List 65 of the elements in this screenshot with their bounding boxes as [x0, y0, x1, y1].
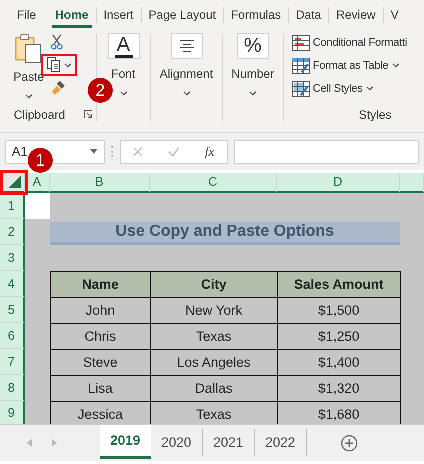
chevron-icon	[120, 91, 128, 96]
paste-label[interactable]: Paste	[14, 70, 44, 84]
sheet-tab[interactable]: 2021	[203, 429, 255, 456]
column-header[interactable]: B	[50, 173, 150, 193]
ribbon-tab[interactable]: Review	[329, 0, 383, 30]
check-icon[interactable]	[168, 146, 180, 156]
column-header[interactable]: D	[277, 173, 400, 193]
step-badge: 2	[88, 78, 113, 103]
paste-dropdown-icon	[25, 94, 33, 99]
table-header-cell: Sales Amount	[277, 271, 401, 298]
row-header[interactable]: 3	[0, 245, 25, 271]
chevron-icon	[182, 91, 190, 96]
table-header-cell: Name	[50, 271, 151, 298]
copy-dropdown-icon	[64, 62, 72, 68]
table-header-cell: City	[150, 271, 278, 298]
font-button[interactable]: A	[108, 33, 140, 59]
ribbon-tab[interactable]: Formulas	[224, 0, 288, 30]
row-header[interactable]: 8	[0, 375, 25, 401]
add-sheet-icon[interactable]	[341, 434, 358, 452]
row-header[interactable]: 2	[0, 219, 25, 245]
chevron-icon	[249, 91, 257, 96]
active-cell[interactable]	[25, 193, 50, 219]
ribbon-tab[interactable]: File	[17, 0, 48, 30]
group-label[interactable]: Number	[232, 67, 274, 81]
group-label: Clipboard	[14, 108, 66, 122]
formula-input[interactable]	[234, 140, 419, 164]
alignment-button[interactable]	[170, 33, 202, 59]
scissors-icon[interactable]	[51, 34, 63, 50]
ribbon-tab[interactable]: Page Layout	[142, 0, 224, 30]
column-header[interactable]: C	[150, 173, 277, 193]
row-header[interactable]: 4	[0, 271, 25, 297]
column-header[interactable]	[400, 173, 424, 193]
sheet-title: Use Copy and Paste Options	[50, 222, 400, 245]
grip-icon	[111, 146, 114, 158]
paste-icon[interactable]	[15, 34, 43, 64]
ribbon-tab[interactable]: Insert	[96, 0, 141, 30]
conditional-formatting-icon	[292, 34, 310, 50]
sheet-tab[interactable]: 2019	[100, 425, 151, 459]
row-header[interactable]: 9	[0, 401, 25, 424]
row-header[interactable]: 1	[0, 193, 25, 219]
sheet-tab[interactable]: 2020	[151, 429, 203, 456]
group-label: Styles	[359, 108, 392, 122]
align-center-icon	[180, 40, 194, 52]
select-all-icon[interactable]	[9, 176, 21, 188]
format-table-icon	[292, 58, 310, 74]
group-label[interactable]: Alignment	[160, 67, 214, 81]
highlight-frame	[0, 170, 28, 195]
copy-icon	[46, 57, 60, 73]
row-header[interactable]: 6	[0, 323, 25, 349]
dropdown-icon	[90, 149, 98, 154]
group-label[interactable]: Font	[111, 67, 136, 81]
styles-command[interactable]: Conditional Formatti	[313, 36, 408, 48]
row-header[interactable]: 7	[0, 349, 25, 375]
styles-command[interactable]: Format as Table	[313, 60, 389, 72]
sheet-tab[interactable]: 2022	[255, 429, 307, 456]
ribbon-tab[interactable]: Data	[289, 0, 328, 30]
ribbon-tab[interactable]: Home	[48, 0, 96, 30]
number-button[interactable]: %	[237, 33, 269, 59]
dialog-launcher-icon[interactable]	[84, 110, 93, 119]
row-header[interactable]: 5	[0, 297, 25, 323]
insert-function-button[interactable]: fx	[205, 144, 215, 160]
styles-command[interactable]: Cell Styles	[313, 82, 363, 94]
ribbon-tab[interactable]: V	[384, 0, 406, 30]
format-painter-icon[interactable]	[51, 80, 67, 96]
cell-styles-icon	[292, 80, 310, 96]
